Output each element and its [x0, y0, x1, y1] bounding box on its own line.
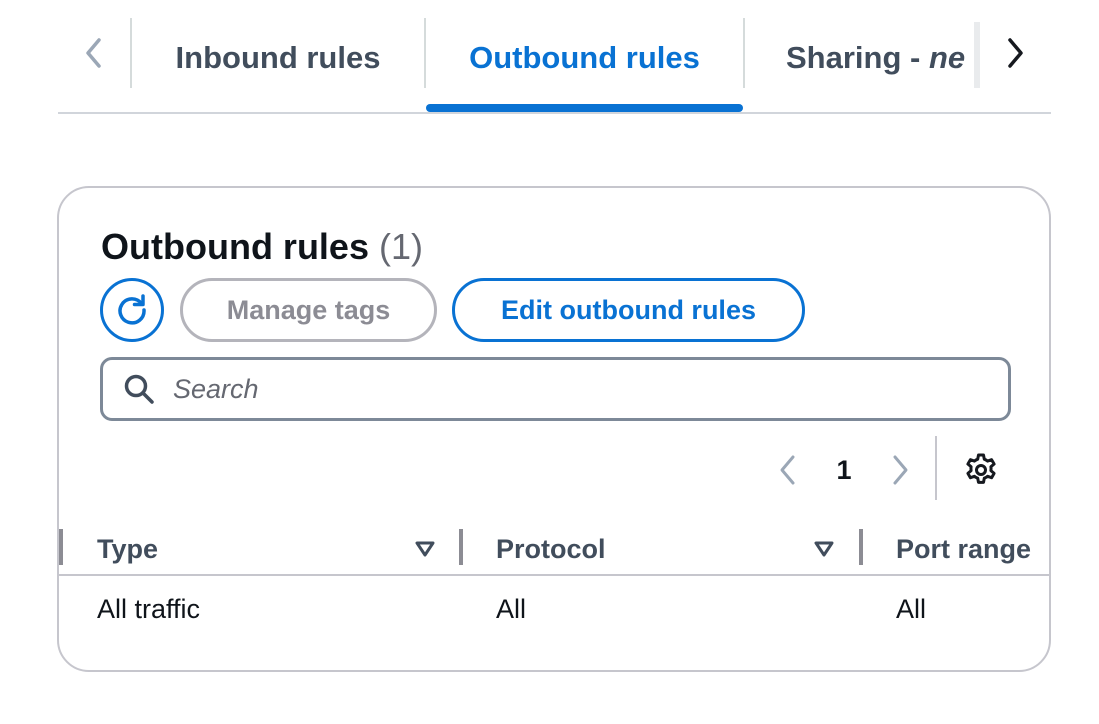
column-header-type[interactable]: Type: [97, 532, 158, 566]
edit-outbound-rules-button[interactable]: Edit outbound rules: [452, 278, 805, 342]
chevron-left-icon: [780, 455, 795, 485]
tab-label: Outbound rules: [469, 40, 700, 75]
rules-count: (1): [379, 226, 423, 267]
tab-scroll-right-button[interactable]: [978, 18, 1051, 88]
pagination-page-1[interactable]: 1: [829, 452, 859, 488]
pagination-prev-button[interactable]: [771, 450, 805, 490]
chevron-left-icon: [86, 38, 101, 68]
tab-label-truncated: ne: [928, 40, 966, 75]
sort-caret-down-icon[interactable]: [812, 537, 836, 561]
tab-inbound-rules[interactable]: Inbound rules: [132, 18, 424, 98]
cell-type: All traffic: [97, 594, 201, 624]
column-resizer[interactable]: [59, 529, 63, 565]
search-icon: [124, 374, 154, 404]
panel-title-text: Outbound rules: [101, 226, 369, 267]
column-resizer[interactable]: [859, 529, 863, 565]
tab-bar: Inbound rules Outbound rules Sharing - n…: [58, 0, 1051, 114]
tab-sharing[interactable]: Sharing - ne: [744, 18, 976, 98]
gear-icon: [966, 453, 996, 484]
tab-label: Inbound rules: [175, 40, 381, 75]
pagination-next-button[interactable]: [883, 450, 917, 490]
table-preferences-button[interactable]: [961, 450, 1001, 490]
outbound-rules-container: Outbound rules (1) Manage tags Edit outb…: [57, 186, 1051, 672]
column-header-port-range[interactable]: Port range: [896, 532, 1031, 566]
tab-outbound-rules[interactable]: Outbound rules: [426, 18, 743, 98]
refresh-button[interactable]: [100, 278, 164, 342]
manage-tags-button[interactable]: Manage tags: [180, 278, 437, 342]
cell-protocol: All: [496, 594, 527, 624]
sort-caret-down-icon[interactable]: [413, 537, 437, 561]
tab-label: Sharing - ne: [786, 40, 965, 76]
manage-tags-label: Manage tags: [226, 294, 391, 325]
cell-port-range: All: [896, 594, 927, 624]
active-tab-indicator: [426, 104, 743, 112]
column-resizer[interactable]: [459, 529, 463, 565]
chevron-right-icon: [1007, 38, 1023, 68]
table-header: Type Protocol Port range: [59, 524, 1049, 576]
edit-outbound-rules-label: Edit outbound rules: [501, 294, 756, 325]
column-header-protocol[interactable]: Protocol: [496, 532, 606, 566]
tab-scroll-left-button[interactable]: [58, 18, 130, 88]
pagination-divider: [935, 436, 937, 500]
search-input[interactable]: [173, 373, 993, 405]
panel-title: Outbound rules (1): [101, 226, 423, 268]
table-row: All traffic All All: [59, 578, 1049, 640]
search-box: [100, 357, 1011, 421]
refresh-icon: [118, 294, 146, 325]
tab-label-prefix: Sharing -: [786, 40, 929, 75]
chevron-right-icon: [893, 455, 908, 485]
